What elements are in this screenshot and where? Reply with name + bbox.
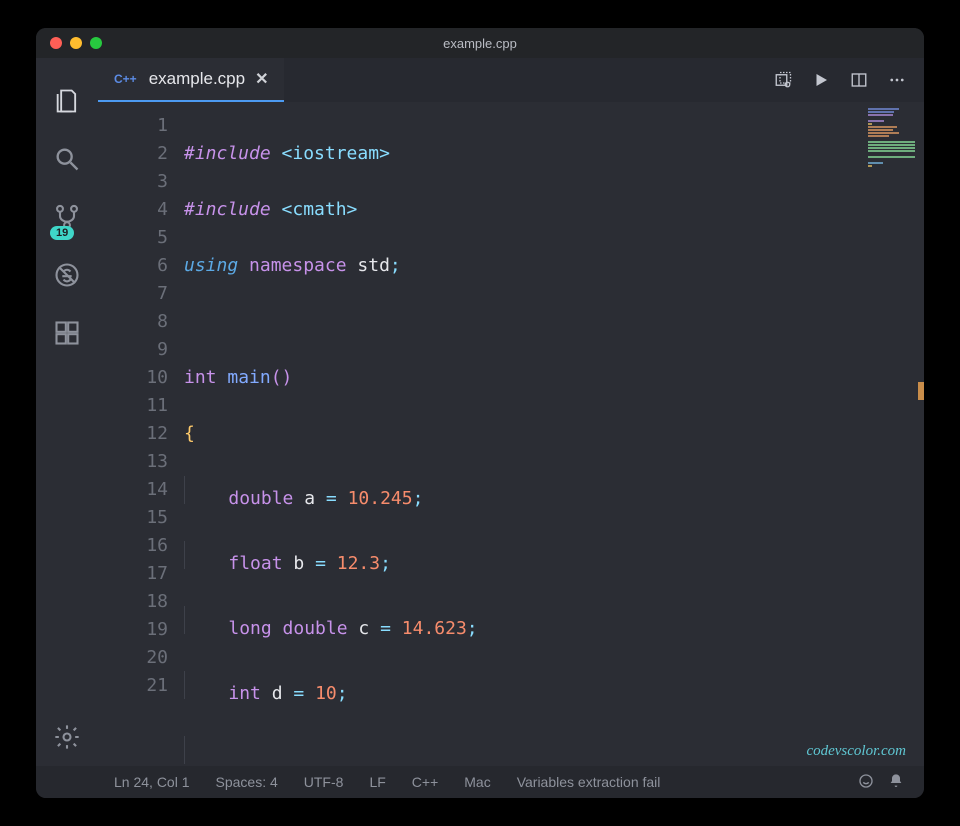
compare-icon[interactable] [774, 71, 792, 89]
editor-actions [774, 58, 924, 102]
scm-badge: 19 [50, 226, 74, 240]
run-icon[interactable] [812, 71, 830, 89]
tab-filename: example.cpp [149, 69, 245, 89]
watermark: codevscolor.com [806, 743, 906, 760]
split-editor-icon[interactable] [850, 71, 868, 89]
code-content[interactable]: #include <iostream> #include <cmath> usi… [184, 102, 924, 766]
source-control-icon[interactable]: 19 [36, 188, 98, 246]
settings-gear-icon[interactable] [36, 708, 98, 766]
more-actions-icon[interactable] [888, 71, 906, 89]
scroll-marker [918, 382, 924, 400]
status-cursor-position[interactable]: Ln 24, Col 1 [114, 774, 190, 790]
tab-example-cpp[interactable]: C++ example.cpp ✕ [98, 58, 284, 102]
tab-language-badge: C++ [114, 72, 137, 86]
debug-disabled-icon[interactable] [36, 246, 98, 304]
tab-bar: C++ example.cpp ✕ [98, 58, 924, 102]
titlebar[interactable]: example.cpp [36, 28, 924, 58]
editor-area[interactable]: 1 2 3 4 5 6 7 8 9 10 11 12 13 14 15 16 1 [98, 102, 924, 766]
minimap[interactable] [868, 108, 920, 162]
window-title: example.cpp [36, 36, 924, 51]
activity-bar: 19 [36, 58, 98, 766]
editor-body: 19 C++ example.cpp ✕ [36, 58, 924, 766]
extensions-icon[interactable] [36, 304, 98, 362]
search-icon[interactable] [36, 130, 98, 188]
line-number-gutter: 1 2 3 4 5 6 7 8 9 10 11 12 13 14 15 16 1 [98, 102, 184, 766]
explorer-icon[interactable] [36, 72, 98, 130]
editor-main: C++ example.cpp ✕ 1 2 3 4 5 [98, 58, 924, 766]
editor-window: example.cpp 19 [36, 28, 924, 798]
tab-close-icon[interactable]: ✕ [255, 69, 268, 89]
